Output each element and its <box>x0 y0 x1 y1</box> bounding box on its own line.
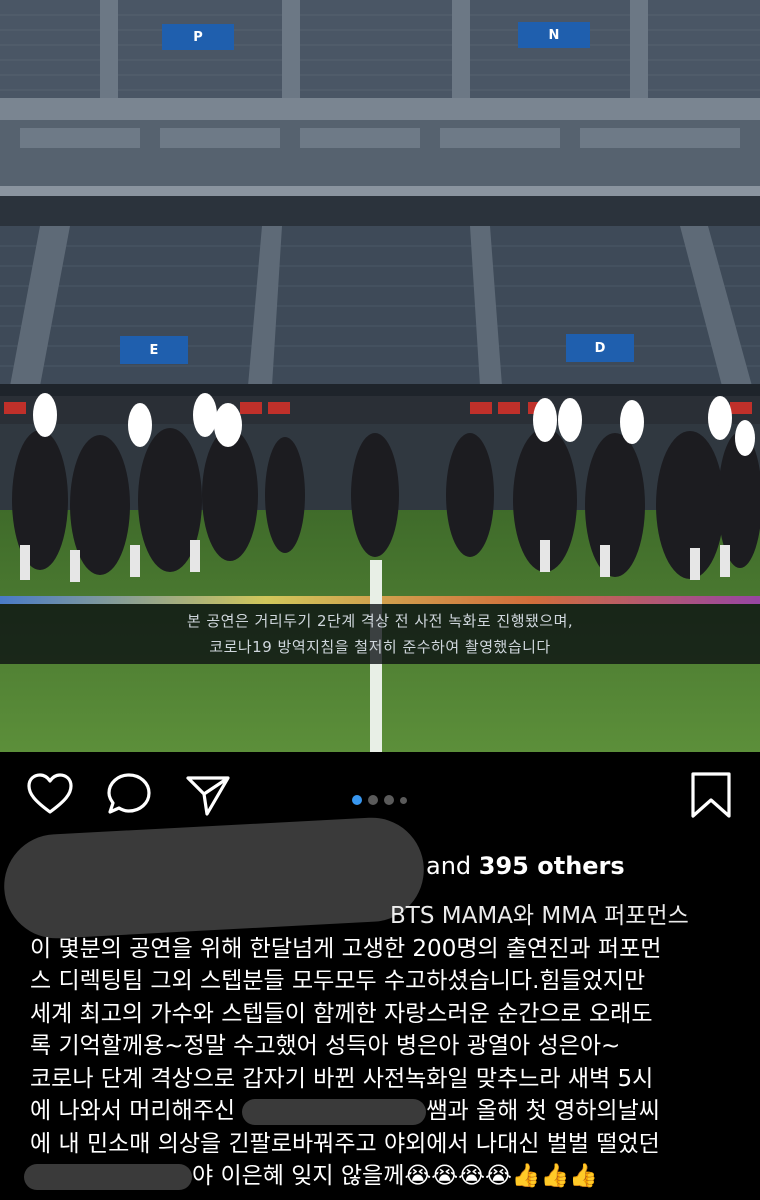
heart-icon[interactable] <box>25 770 75 820</box>
video-subtitle-line1: 본 공연은 거리두기 2단계 격상 전 사전 녹화로 진행됐으며, <box>186 612 574 630</box>
section-sign-d: D <box>566 334 634 362</box>
post-photo[interactable]: P N E D 본 공연은 거리두기 2단계 격상 전 사전 녹화로 진행됐으며… <box>0 0 760 752</box>
likes-count[interactable]: and 395 others <box>426 851 625 881</box>
bookmark-icon[interactable] <box>686 770 736 820</box>
caption-line: 세계 최고의 가수와 스텝들이 함께한 자랑스러운 순간으로 오래도 <box>30 1000 653 1027</box>
redacted-name <box>24 1163 192 1190</box>
carousel-dot <box>384 795 394 805</box>
redacted-name <box>242 1098 427 1125</box>
likes-prefix: and <box>426 852 479 880</box>
caption-line: BTS MAMA와 MMA 퍼포먼스 <box>390 903 689 929</box>
caption-line: 에 내 민소매 의상을 긴팔로바꿔주고 야외에서 나대신 벌벌 떨었던 <box>30 1130 660 1157</box>
caption-line: 코로나 단계 격상으로 갑자기 바뀐 사전녹화일 맞추느라 새벽 5시 <box>30 1065 654 1092</box>
paper-plane-icon[interactable] <box>183 770 233 820</box>
carousel-dot-active <box>352 795 362 805</box>
video-subtitle-line2: 코로나19 방역지침을 철저히 준수하여 촬영했습니다 <box>209 638 551 656</box>
section-sign-n: N <box>518 22 590 48</box>
comment-icon[interactable] <box>104 770 154 820</box>
post-caption: BTS MAMA와 MMA 퍼포먼스 이 몇분의 공연을 위해 한달넘게 고생한… <box>24 900 740 1193</box>
likes-count-value: 395 others <box>478 852 625 880</box>
caption-line: 에 나와서 머리해주신 쌤과 올해 첫 영하의날씨 <box>30 1098 660 1125</box>
section-sign-p: P <box>162 24 234 50</box>
carousel-indicator <box>352 795 407 805</box>
caption-line: 이 몇분의 공연을 위해 한달넘게 고생한 200명의 출연진과 퍼포먼 <box>30 935 662 962</box>
emoji-reactions: 😭😭😭😭👍👍👍 <box>404 1163 598 1189</box>
caption-line: 스 디렉팅팀 그외 스텝분들 모두모두 수고하셨습니다.힘들었지만 <box>30 968 646 994</box>
caption-line: 야 이은혜 잊지 않을께😭😭😭😭👍👍👍 <box>24 1160 740 1193</box>
caption-line: 록 기억할께용~정말 수고했어 성득아 병은아 광열아 성은아~ <box>30 1033 621 1059</box>
carousel-dot <box>400 796 407 804</box>
carousel-dot <box>368 795 378 805</box>
section-sign-e: E <box>120 336 188 364</box>
video-subtitle: 본 공연은 거리두기 2단계 격상 전 사전 녹화로 진행됐으며, 코로나19 … <box>0 604 760 664</box>
